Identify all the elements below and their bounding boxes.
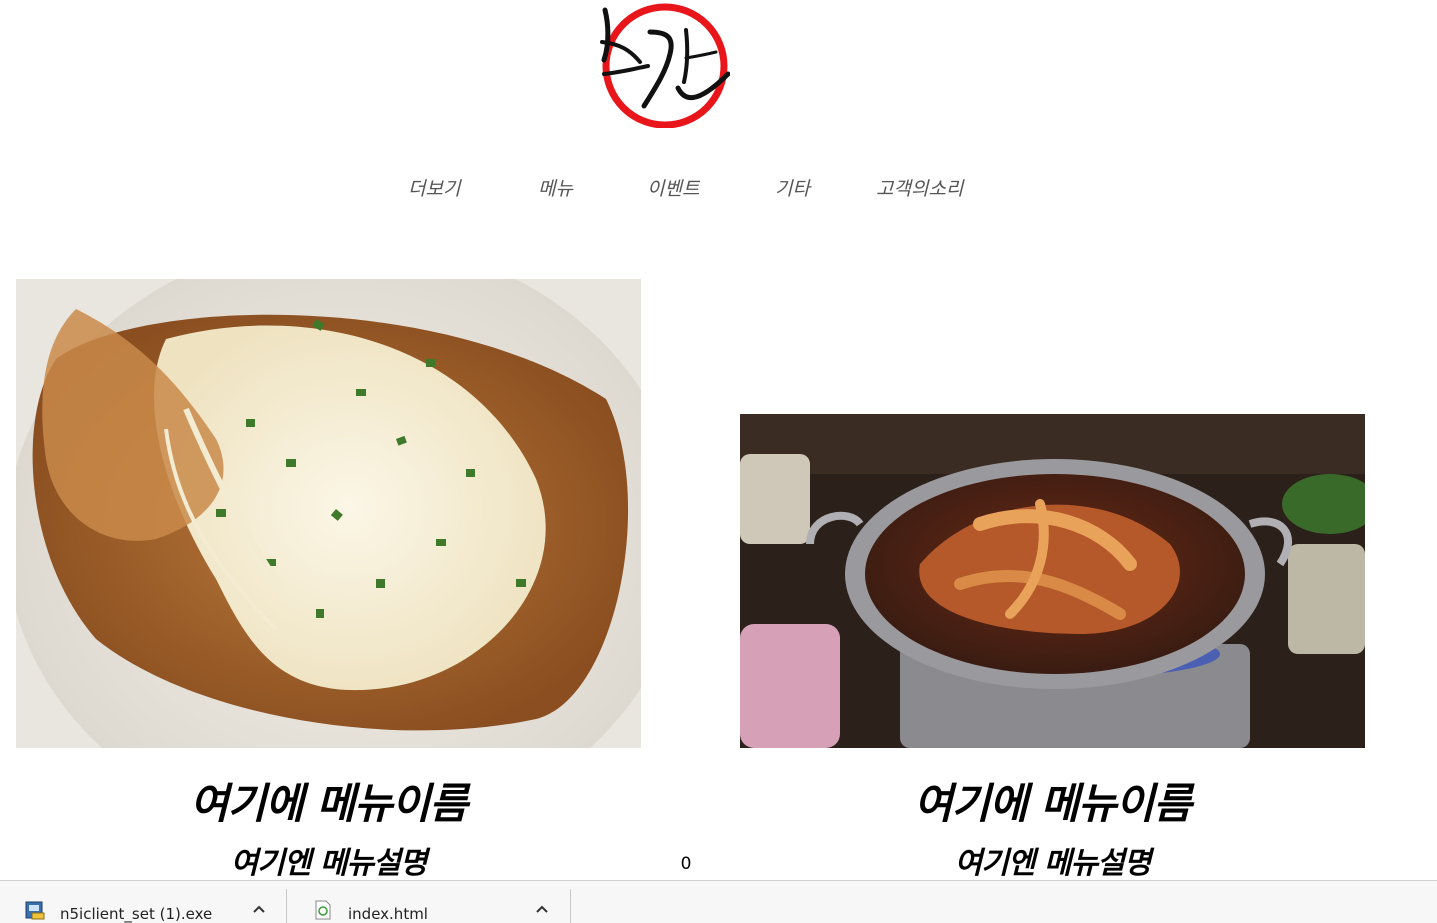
counter-text: 0 — [680, 854, 692, 874]
chevron-up-icon[interactable] — [534, 903, 550, 915]
html-file-icon — [315, 900, 331, 920]
download-item-exe[interactable]: n5iclient_set (1).exe — [0, 889, 287, 923]
nav-item-more[interactable]: 더보기 — [408, 174, 460, 201]
installer-file-icon — [25, 901, 45, 920]
chevron-up-icon[interactable] — [251, 903, 267, 915]
menu-desc-2: 여기엔 메뉴설명 — [954, 846, 1152, 881]
nav-item-etc[interactable]: 기타 — [775, 174, 810, 201]
download-filename: n5iclient_set (1).exe — [60, 905, 213, 923]
main-nav: 더보기 메뉴 이벤트 기타 고객의소리 — [0, 174, 1437, 204]
menu-name-2: 여기에 메뉴이름 — [913, 779, 1192, 828]
menu-image-spicy-dish — [740, 414, 1365, 748]
menu-desc-1: 여기엔 메뉴설명 — [230, 846, 428, 881]
download-bar: n5iclient_set (1).exe index.html — [0, 880, 1437, 923]
nav-item-customer-voice[interactable]: 고객의소리 — [876, 174, 963, 201]
menu-image-pancake — [16, 279, 641, 748]
download-item-html[interactable]: index.html — [288, 889, 571, 923]
logo[interactable] — [600, 2, 731, 129]
nav-item-event[interactable]: 이벤트 — [647, 174, 699, 201]
download-filename: index.html — [348, 905, 428, 923]
logo-mark-icon — [600, 3, 731, 129]
menu-name-1: 여기에 메뉴이름 — [189, 779, 468, 828]
nav-item-menu[interactable]: 메뉴 — [538, 174, 573, 201]
